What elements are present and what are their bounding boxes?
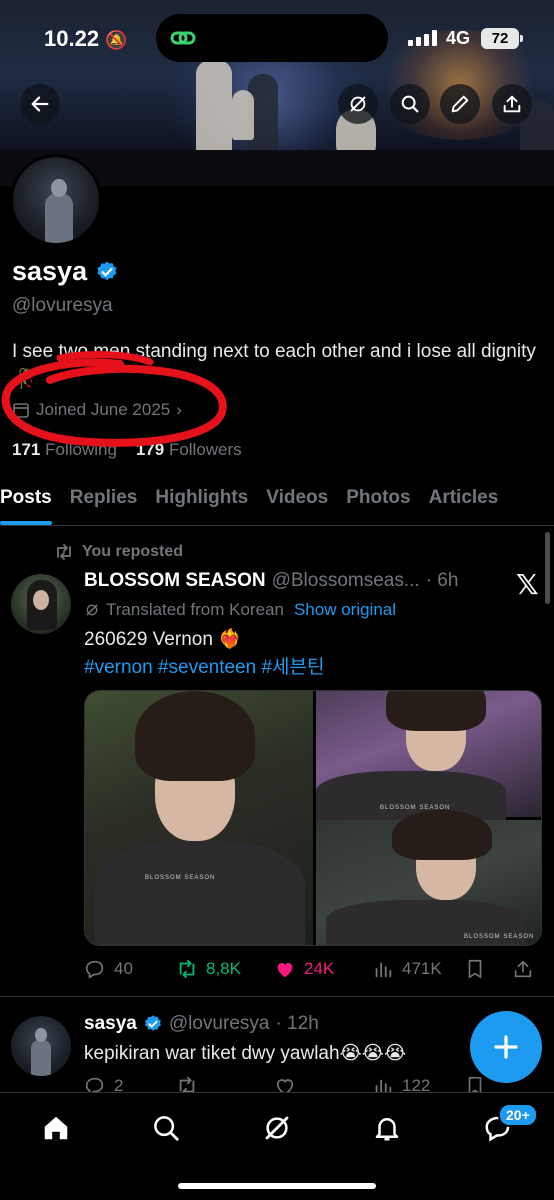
joined-date-text: Joined June 2025: [36, 400, 171, 419]
post-actions: 40 8,8K 24K 471K: [84, 958, 544, 980]
profile-name-text: sasya: [12, 256, 88, 286]
repost-indicator: You reposted: [54, 543, 183, 561]
grok-icon[interactable]: [262, 1113, 292, 1143]
followers-count: 179: [135, 440, 165, 459]
grok-icon: [350, 96, 366, 112]
notifications-icon[interactable]: [372, 1113, 402, 1143]
watermark: BLOSSOM SEASON: [464, 934, 535, 940]
following-label: Following: [45, 440, 117, 459]
author-avatar[interactable]: [11, 574, 71, 634]
bookmark-button[interactable]: [464, 958, 512, 980]
post-text: kepikiran war tiket dwy yawlah😭😭😭: [84, 1043, 407, 1064]
repost-icon: [57, 544, 71, 560]
profile-handle: @lovuresya: [12, 295, 113, 316]
grok-icon: [86, 604, 98, 616]
tab-replies[interactable]: Replies: [70, 474, 138, 525]
followers-label: Followers: [168, 440, 242, 459]
translation-notice: Translated from Korean Show original: [84, 600, 396, 620]
views-count: 471K: [402, 959, 442, 978]
followers-link[interactable]: 179 Followers: [136, 440, 242, 459]
banner-figure: [196, 60, 232, 160]
search-icon: [401, 95, 419, 113]
repost-label: You reposted: [82, 543, 184, 560]
follow-stats: 171 Following 179 Followers: [12, 440, 242, 460]
profile-name: sasya: [12, 256, 119, 287]
post-header: sasya @lovuresya · 12h: [84, 1013, 319, 1035]
share-post-button[interactable]: [512, 958, 534, 980]
plus-icon: [494, 1035, 518, 1059]
profile-tabs: Posts Replies Highlights Videos Photos A…: [0, 474, 554, 526]
heart-filled-icon: [277, 963, 293, 978]
tab-photos[interactable]: Photos: [346, 474, 410, 525]
post-text: 260629 Vernon ❤️‍🔥: [84, 629, 242, 650]
verified-badge-icon: [97, 261, 117, 280]
post-time: · 12h: [275, 1013, 319, 1034]
translated-label: Translated from Korean: [106, 600, 284, 619]
share-icon: [503, 95, 521, 113]
post-divider: [0, 996, 554, 997]
like-button[interactable]: 24K: [274, 958, 372, 980]
messages-badge: 20+: [498, 1103, 538, 1127]
following-link[interactable]: 171 Following: [12, 440, 117, 459]
reply-icon: [85, 960, 104, 979]
tab-videos[interactable]: Videos: [266, 474, 328, 525]
tab-highlights[interactable]: Highlights: [155, 474, 248, 525]
show-original-link[interactable]: Show original: [294, 600, 396, 620]
media-photo-2[interactable]: BLOSSOM SEASON: [316, 691, 541, 821]
post-handle[interactable]: @Blossomseas...: [272, 570, 420, 592]
profile-bio: I see two men standing next to each othe…: [12, 341, 536, 390]
post-media-grid[interactable]: BLOSSOM SEASON BLOSSOM SEASON BLOSSOM SE…: [84, 690, 542, 946]
home-icon[interactable]: [41, 1113, 71, 1143]
reply-count: 40: [114, 959, 133, 978]
grok-button[interactable]: [338, 84, 378, 124]
search-icon[interactable]: [151, 1113, 181, 1143]
profile-avatar[interactable]: [10, 154, 102, 246]
tab-posts[interactable]: Posts: [0, 474, 52, 525]
share-icon: [514, 960, 532, 978]
verified-badge-icon: [144, 1015, 161, 1031]
repost-icon: [179, 959, 195, 979]
banner-figure: [232, 90, 254, 140]
network-type: 4G: [446, 28, 471, 48]
views-icon: [375, 962, 392, 978]
share-button[interactable]: [492, 84, 532, 124]
dynamic-island: [156, 14, 388, 62]
post-hashtags[interactable]: #vernon #seventeen #세븐틴: [84, 652, 324, 679]
signal-icon: [408, 30, 437, 46]
post-author[interactable]: sasya: [84, 1013, 137, 1035]
views-button[interactable]: 471K: [372, 958, 464, 980]
edit-icon: [451, 95, 469, 113]
back-arrow-icon: [31, 96, 49, 112]
tab-articles[interactable]: Articles: [429, 474, 499, 525]
status-bar: 10.22 🔕 4G 72: [0, 14, 554, 62]
link-icon: [170, 31, 196, 45]
watermark: BLOSSOM SEASON: [145, 875, 216, 881]
following-count: 171: [12, 440, 41, 459]
post-time: · 6h: [425, 570, 459, 591]
compose-button[interactable]: [470, 1011, 542, 1083]
battery-indicator: 72: [481, 28, 523, 49]
author-avatar[interactable]: [11, 1016, 71, 1076]
back-button[interactable]: [20, 84, 60, 124]
status-time: 10.22 🔕: [44, 26, 128, 51]
calendar-icon: [13, 403, 29, 418]
home-indicator: [178, 1183, 376, 1189]
scrollbar[interactable]: [545, 532, 550, 604]
post-author[interactable]: BLOSSOM SEASON: [84, 570, 266, 592]
bookmark-icon: [468, 959, 482, 979]
search-button[interactable]: [390, 84, 430, 124]
reply-button[interactable]: 40: [84, 958, 176, 980]
edit-button[interactable]: [440, 84, 480, 124]
x-logo-icon: 𝕏: [516, 569, 539, 600]
media-photo-3[interactable]: BLOSSOM SEASON: [316, 810, 541, 945]
chevron-right-icon: ›: [176, 400, 182, 419]
repost-count: 8,8K: [206, 959, 241, 978]
media-photo-1[interactable]: BLOSSOM SEASON: [85, 691, 313, 945]
repost-button[interactable]: 8,8K: [176, 958, 274, 980]
like-count: 24K: [304, 959, 335, 978]
post-header: BLOSSOM SEASON @Blossomseas... · 6h: [84, 570, 458, 592]
post-handle[interactable]: @lovuresya: [169, 1013, 270, 1035]
joined-date[interactable]: Joined June 2025 ›: [12, 400, 182, 420]
